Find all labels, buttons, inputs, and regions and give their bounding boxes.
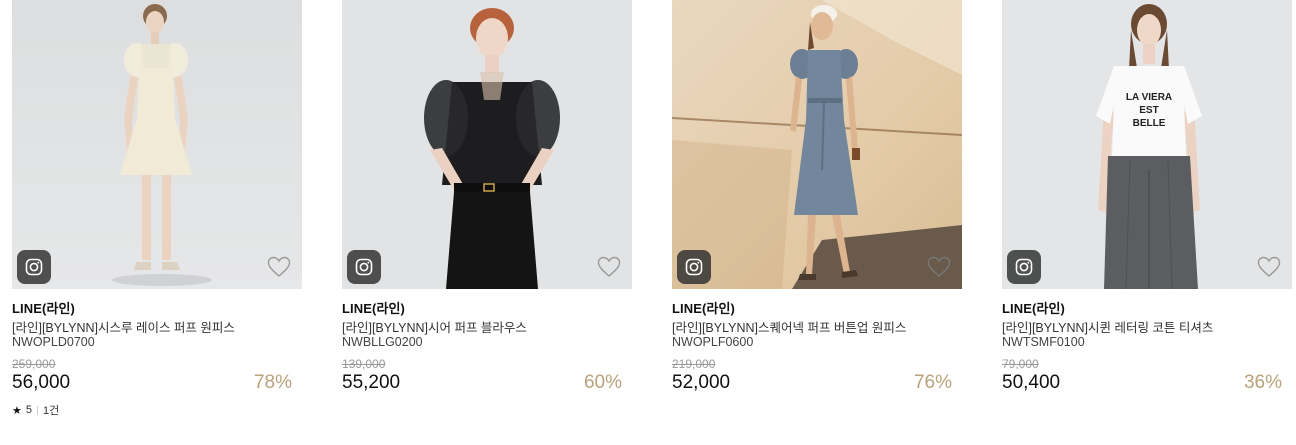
product-image[interactable]: LA VIERA EST BELLE <box>1002 0 1292 289</box>
rating-score: 5 <box>25 404 32 416</box>
discount-rate: 36% <box>1243 372 1282 393</box>
instagram-icon <box>685 258 703 276</box>
original-price: 259,000 <box>12 357 56 371</box>
instagram-icon <box>1015 258 1033 276</box>
product-name[interactable]: [라인][BYLYNN]시어 퍼프 블라우스 <box>342 317 527 336</box>
product-photo <box>672 0 962 289</box>
instagram-button[interactable] <box>1007 250 1041 284</box>
product-image[interactable] <box>672 0 962 289</box>
product-card[interactable]: LINE(라인) [라인][BYLYNN]시스루 레이스 퍼프 원피스 NWOP… <box>12 0 302 417</box>
product-card[interactable]: LINE(라인) [라인][BYLYNN]스퀘어넥 퍼프 버튼업 원피스 NWO… <box>672 0 962 393</box>
tee-lettering-1: LA VIERA <box>1126 92 1172 103</box>
product-name[interactable]: [라인][BYLYNN]시퀸 레터링 코튼 티셔츠 <box>1002 317 1213 336</box>
divider <box>37 405 38 415</box>
wishlist-button[interactable] <box>596 255 622 279</box>
instagram-button[interactable] <box>17 250 51 284</box>
heart-outline-icon <box>597 256 621 277</box>
sale-price: 56,000 <box>12 372 71 393</box>
sale-price: 52,000 <box>672 372 731 393</box>
wishlist-button[interactable] <box>1256 255 1282 279</box>
instagram-icon <box>355 258 373 276</box>
product-brand[interactable]: LINE(라인) <box>342 298 405 317</box>
product-brand[interactable]: LINE(라인) <box>672 298 735 317</box>
star-icon: ★ <box>12 404 22 417</box>
heart-outline-icon <box>267 256 291 277</box>
sale-price: 50,400 <box>1002 372 1061 393</box>
discount-rate: 76% <box>913 372 952 393</box>
instagram-icon <box>25 258 43 276</box>
tee-lettering-3: BELLE <box>1133 118 1166 129</box>
product-photo <box>12 0 302 289</box>
original-price: 219,000 <box>672 357 716 371</box>
discount-rate: 78% <box>253 372 292 393</box>
product-code: NWBLLG0200 <box>342 335 423 349</box>
product-name[interactable]: [라인][BYLYNN]스퀘어넥 퍼프 버튼업 원피스 <box>672 317 906 336</box>
product-card[interactable]: LA VIERA EST BELLE LINE(라인) [라인][BYLYNN]… <box>1002 0 1292 393</box>
product-card[interactable]: LINE(라인) [라인][BYLYNN]시어 퍼프 블라우스 NWBLLG02… <box>342 0 632 393</box>
heart-outline-icon <box>1257 256 1281 277</box>
product-code: NWOPLF0600 <box>672 335 754 349</box>
product-photo <box>342 0 632 289</box>
original-price: 79,000 <box>1002 357 1039 371</box>
product-brand[interactable]: LINE(라인) <box>12 298 75 317</box>
wishlist-button[interactable] <box>926 255 952 279</box>
instagram-button[interactable] <box>347 250 381 284</box>
review-count: 1건 <box>43 405 60 417</box>
product-grid: LINE(라인) [라인][BYLYNN]시스루 레이스 퍼프 원피스 NWOP… <box>0 0 1296 445</box>
discount-rate: 60% <box>583 372 622 393</box>
product-brand[interactable]: LINE(라인) <box>1002 298 1065 317</box>
product-image[interactable] <box>342 0 632 289</box>
product-name[interactable]: [라인][BYLYNN]시스루 레이스 퍼프 원피스 <box>12 317 235 336</box>
wishlist-button[interactable] <box>266 255 292 279</box>
rating-summary: ★ 5 1건 <box>12 402 59 418</box>
instagram-button[interactable] <box>677 250 711 284</box>
product-code: NWTSMF0100 <box>1002 335 1085 349</box>
product-photo: LA VIERA EST BELLE <box>1002 0 1292 289</box>
heart-outline-icon <box>927 256 951 277</box>
original-price: 139,000 <box>342 357 386 371</box>
sale-price: 55,200 <box>342 372 401 393</box>
product-image[interactable] <box>12 0 302 289</box>
tee-lettering-2: EST <box>1139 105 1158 116</box>
product-code: NWOPLD0700 <box>12 335 95 349</box>
